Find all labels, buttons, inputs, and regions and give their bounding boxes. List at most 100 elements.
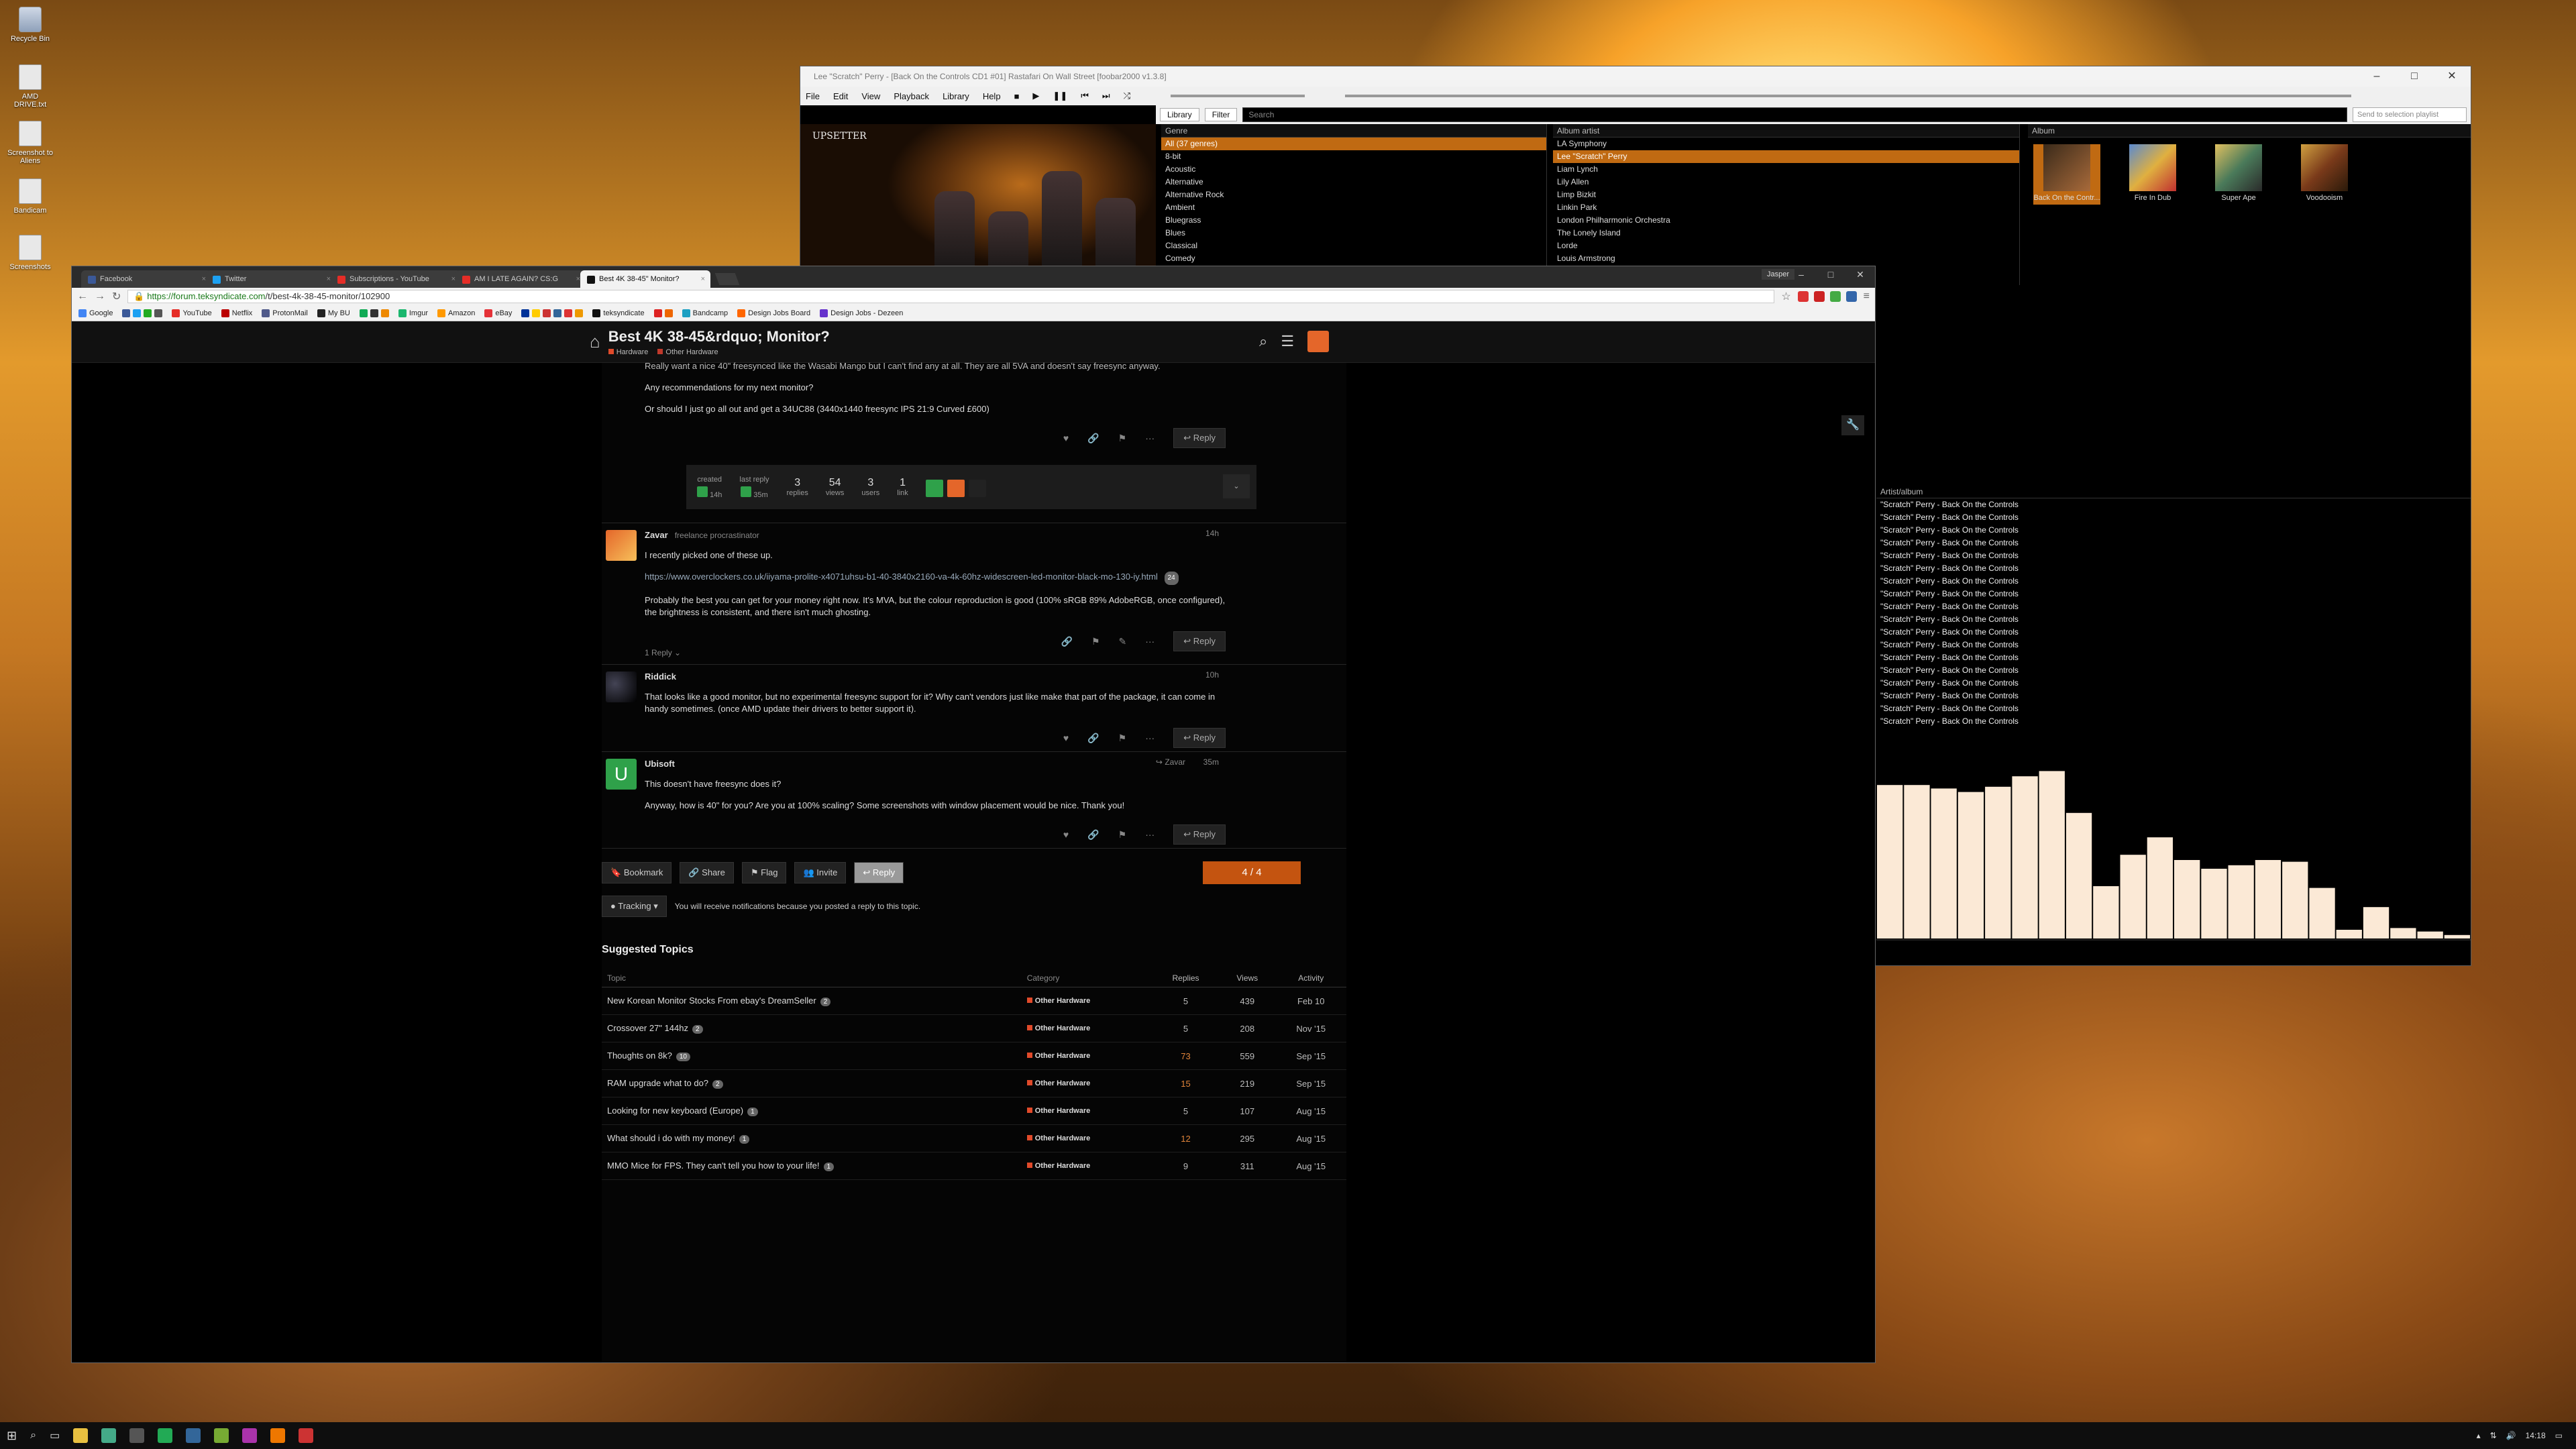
library-select[interactable]: Library [1160,108,1199,121]
minimize-icon[interactable]: – [2358,66,2396,87]
table-row[interactable]: What should i do with my money! 1 Other Ha… [602,1124,1346,1152]
participant-avatar[interactable] [947,480,965,497]
tab-facebook[interactable]: Facebook × [81,270,211,288]
genre-row[interactable]: Acoustic [1161,163,1546,176]
avatar[interactable] [741,486,752,497]
category-label[interactable]: Other Hardware [1035,1162,1091,1170]
album-tile[interactable]: Back On the Contr... [2033,144,2100,205]
avatar[interactable] [697,486,708,497]
playlist-row[interactable]: "Scratch" Perry - Back On the Controls [1876,702,2471,715]
bookmark-youtube[interactable]: YouTube [172,309,212,317]
category-label[interactable]: Other Hardware [1035,1024,1091,1032]
topic-title[interactable]: Best 4K 38-45&rdquo; Monitor? [608,328,830,345]
unread-badge[interactable]: 1 [747,1108,758,1116]
unread-badge[interactable]: 2 [712,1080,723,1089]
table-row[interactable]: MMO Mice for FPS. They can't tell you ho… [602,1152,1346,1180]
activity-date[interactable]: Sep '15 [1275,1042,1346,1070]
unread-badge[interactable]: 1 [823,1163,835,1171]
playlist-row[interactable]: "Scratch" Perry - Back On the Controls [1876,639,2471,651]
desktop-icon-file[interactable]: Screenshots [7,235,54,271]
playlist-row[interactable]: "Scratch" Perry - Back On the Controls [1876,498,2471,511]
album-tile[interactable]: Super Ape [2205,144,2272,205]
minimize-icon[interactable]: – [1786,266,1816,282]
topic-link[interactable]: Thoughts on 8k? [607,1051,672,1061]
artist-row[interactable]: Limp Bizkit [1553,189,2019,201]
artist-row[interactable]: London Philharmonic Orchestra [1553,214,2019,227]
topic-link[interactable]: MMO Mice for FPS. They can't tell you ho… [607,1161,820,1171]
post-time[interactable]: 10h [1205,670,1219,680]
more-icon[interactable]: ··· [1145,433,1155,443]
genre-row[interactable]: Blues [1161,227,1546,239]
menu-edit[interactable]: Edit [833,91,848,101]
genre-row[interactable]: Alternative Rock [1161,189,1546,201]
desktop-icon-file[interactable]: AMD DRIVE.txt [7,64,54,109]
topic-link[interactable]: Looking for new keyboard (Europe) [607,1106,743,1116]
tab-twitter[interactable]: Twitter × [206,270,336,288]
bookmark-icons[interactable] [521,309,584,317]
participant-avatar[interactable] [968,480,986,497]
table-row[interactable]: Looking for new keyboard (Europe) 1 Other … [602,1097,1346,1125]
playlist-row[interactable]: "Scratch" Perry - Back On the Controls [1876,651,2471,664]
table-row[interactable]: Crossover 27" 144hz 2 Other Hardware 5 208 No… [602,1014,1346,1042]
bookmark-icons[interactable] [122,309,163,317]
hamburger-menu-icon[interactable]: ☰ [1281,333,1294,350]
table-row[interactable]: RAM upgrade what to do? 2 Other Hardware 15… [602,1069,1346,1097]
like-icon[interactable]: ♥ [1063,733,1069,743]
artist-row[interactable]: Louis Armstrong [1553,252,2019,265]
table-row[interactable]: Thoughts on 8k? 10 Other Hardware 73 559 Sep … [602,1042,1346,1070]
playlist-row[interactable]: "Scratch" Perry - Back On the Controls [1876,575,2471,588]
playlist-row[interactable]: "Scratch" Perry - Back On the Controls [1876,664,2471,677]
bookmark-imgur[interactable]: Imgur [398,309,428,317]
previous-icon[interactable]: ⏮ [1081,91,1089,101]
tab-youtube-video[interactable]: AM I LATE AGAIN? CS:G × [455,270,586,288]
flag-icon[interactable]: ⚑ [1118,433,1127,444]
search-icon[interactable]: ⌕ [1259,333,1267,350]
clock[interactable]: 14:18 [2526,1431,2546,1440]
activity-date[interactable]: Nov '15 [1275,1014,1346,1042]
topic-progress[interactable]: 4 / 4 [1203,861,1301,884]
app-icon[interactable] [214,1428,229,1443]
menu-view[interactable]: View [861,91,880,101]
bookmark-amazon[interactable]: Amazon [437,309,475,317]
unread-badge[interactable]: 2 [692,1025,703,1034]
link-icon[interactable]: 🔗 [1087,733,1099,744]
table-row[interactable]: New Korean Monitor Stocks From ebay's Dr… [602,987,1346,1015]
file-explorer-icon[interactable] [73,1428,89,1443]
maximize-icon[interactable]: □ [2396,66,2433,87]
like-icon[interactable]: ♥ [1063,433,1069,443]
bookmark-ebay[interactable]: eBay [484,309,512,317]
post-time[interactable]: 14h [1205,529,1219,538]
activity-date[interactable]: Aug '15 [1275,1152,1346,1180]
bookmark-google[interactable]: Google [78,309,113,317]
bookmark-mybu[interactable]: My BU [317,309,350,317]
foobar-icon[interactable] [299,1428,314,1443]
avatar[interactable] [606,672,637,702]
bookmark-teksyndicate[interactable]: teksyndicate [592,309,645,317]
unread-badge[interactable]: 1 [739,1135,750,1144]
unread-badge[interactable]: 2 [820,998,831,1006]
avatar[interactable] [606,530,637,561]
artist-row[interactable]: Lorde [1553,239,2019,252]
playlist-row[interactable]: "Scratch" Perry - Back On the Controls [1876,690,2471,702]
new-tab-button[interactable] [714,273,740,285]
star-icon[interactable]: ☆ [1781,290,1790,303]
category-badge[interactable]: Hardware [608,348,648,356]
search-icon[interactable]: ⌕ [30,1430,36,1442]
app-icon[interactable] [186,1428,201,1443]
stop-icon[interactable]: ■ [1014,91,1020,101]
app-icon[interactable] [242,1428,258,1443]
genre-row[interactable]: Bluegrass [1161,214,1546,227]
genre-row[interactable]: All (37 genres) [1161,138,1546,150]
filter-select[interactable]: Filter [1204,108,1238,121]
artist-row[interactable]: Lily Allen [1553,176,2019,189]
desktop-icon-file[interactable]: Bandicam [7,178,54,215]
reply-button[interactable]: ↩ Reply [1173,428,1226,448]
link-icon[interactable]: 🔗 [1087,433,1099,444]
artist-row[interactable]: Liam Lynch [1553,163,2019,176]
topic-link[interactable]: RAM upgrade what to do? [607,1078,708,1088]
participant-avatar[interactable] [925,480,943,497]
genre-row[interactable]: Ambient [1161,201,1546,214]
random-icon[interactable]: ⤮ [1124,91,1130,101]
tab-forum-topic[interactable]: Best 4K 38-45" Monitor? × [580,270,710,288]
genre-header[interactable]: Genre [1161,124,1546,138]
